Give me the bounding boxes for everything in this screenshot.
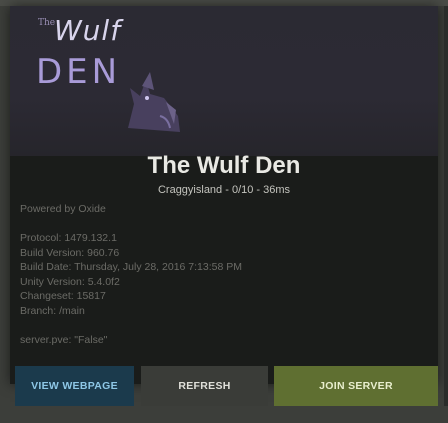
join-server-button[interactable]: JOIN SERVER bbox=[274, 366, 438, 406]
info-powered-by: Powered by Oxide bbox=[20, 203, 106, 215]
server-info-panel: The Wulf DEN The Wulf Den Craggyisland -… bbox=[10, 6, 438, 384]
refresh-button[interactable]: REFRESH bbox=[141, 366, 268, 406]
info-build-date: Build Date: Thursday, July 28, 2016 7:13… bbox=[20, 261, 242, 273]
info-server-pve: server.pve: "False" bbox=[20, 333, 108, 346]
server-info-list: Powered by Oxide Protocol: 1479.132.1 Bu… bbox=[20, 202, 242, 347]
server-subtitle: Craggyisland - 0/10 - 36ms bbox=[157, 184, 291, 196]
server-logo: The Wulf DEN bbox=[20, 6, 275, 156]
info-unity-version: Unity Version: 5.4.0f2 bbox=[20, 275, 120, 288]
scrollbar-track[interactable] bbox=[444, 6, 448, 406]
logo-wulf-text: Wulf bbox=[54, 14, 122, 47]
info-branch: Branch: /main bbox=[20, 304, 85, 317]
info-changeset: Changeset: 15817 bbox=[20, 290, 106, 302]
wolf-silhouette-icon bbox=[128, 72, 180, 132]
info-protocol: Protocol: 1479.132.1 bbox=[20, 232, 117, 244]
view-webpage-button[interactable]: VIEW WEBPAGE bbox=[15, 366, 134, 406]
logo-den-text: DEN bbox=[36, 52, 122, 92]
server-banner: The Wulf DEN bbox=[10, 6, 438, 156]
logo-small-text: The bbox=[38, 18, 56, 28]
info-build-version: Build Version: 960.76 bbox=[20, 246, 120, 259]
server-name: The Wulf Den bbox=[147, 152, 301, 179]
